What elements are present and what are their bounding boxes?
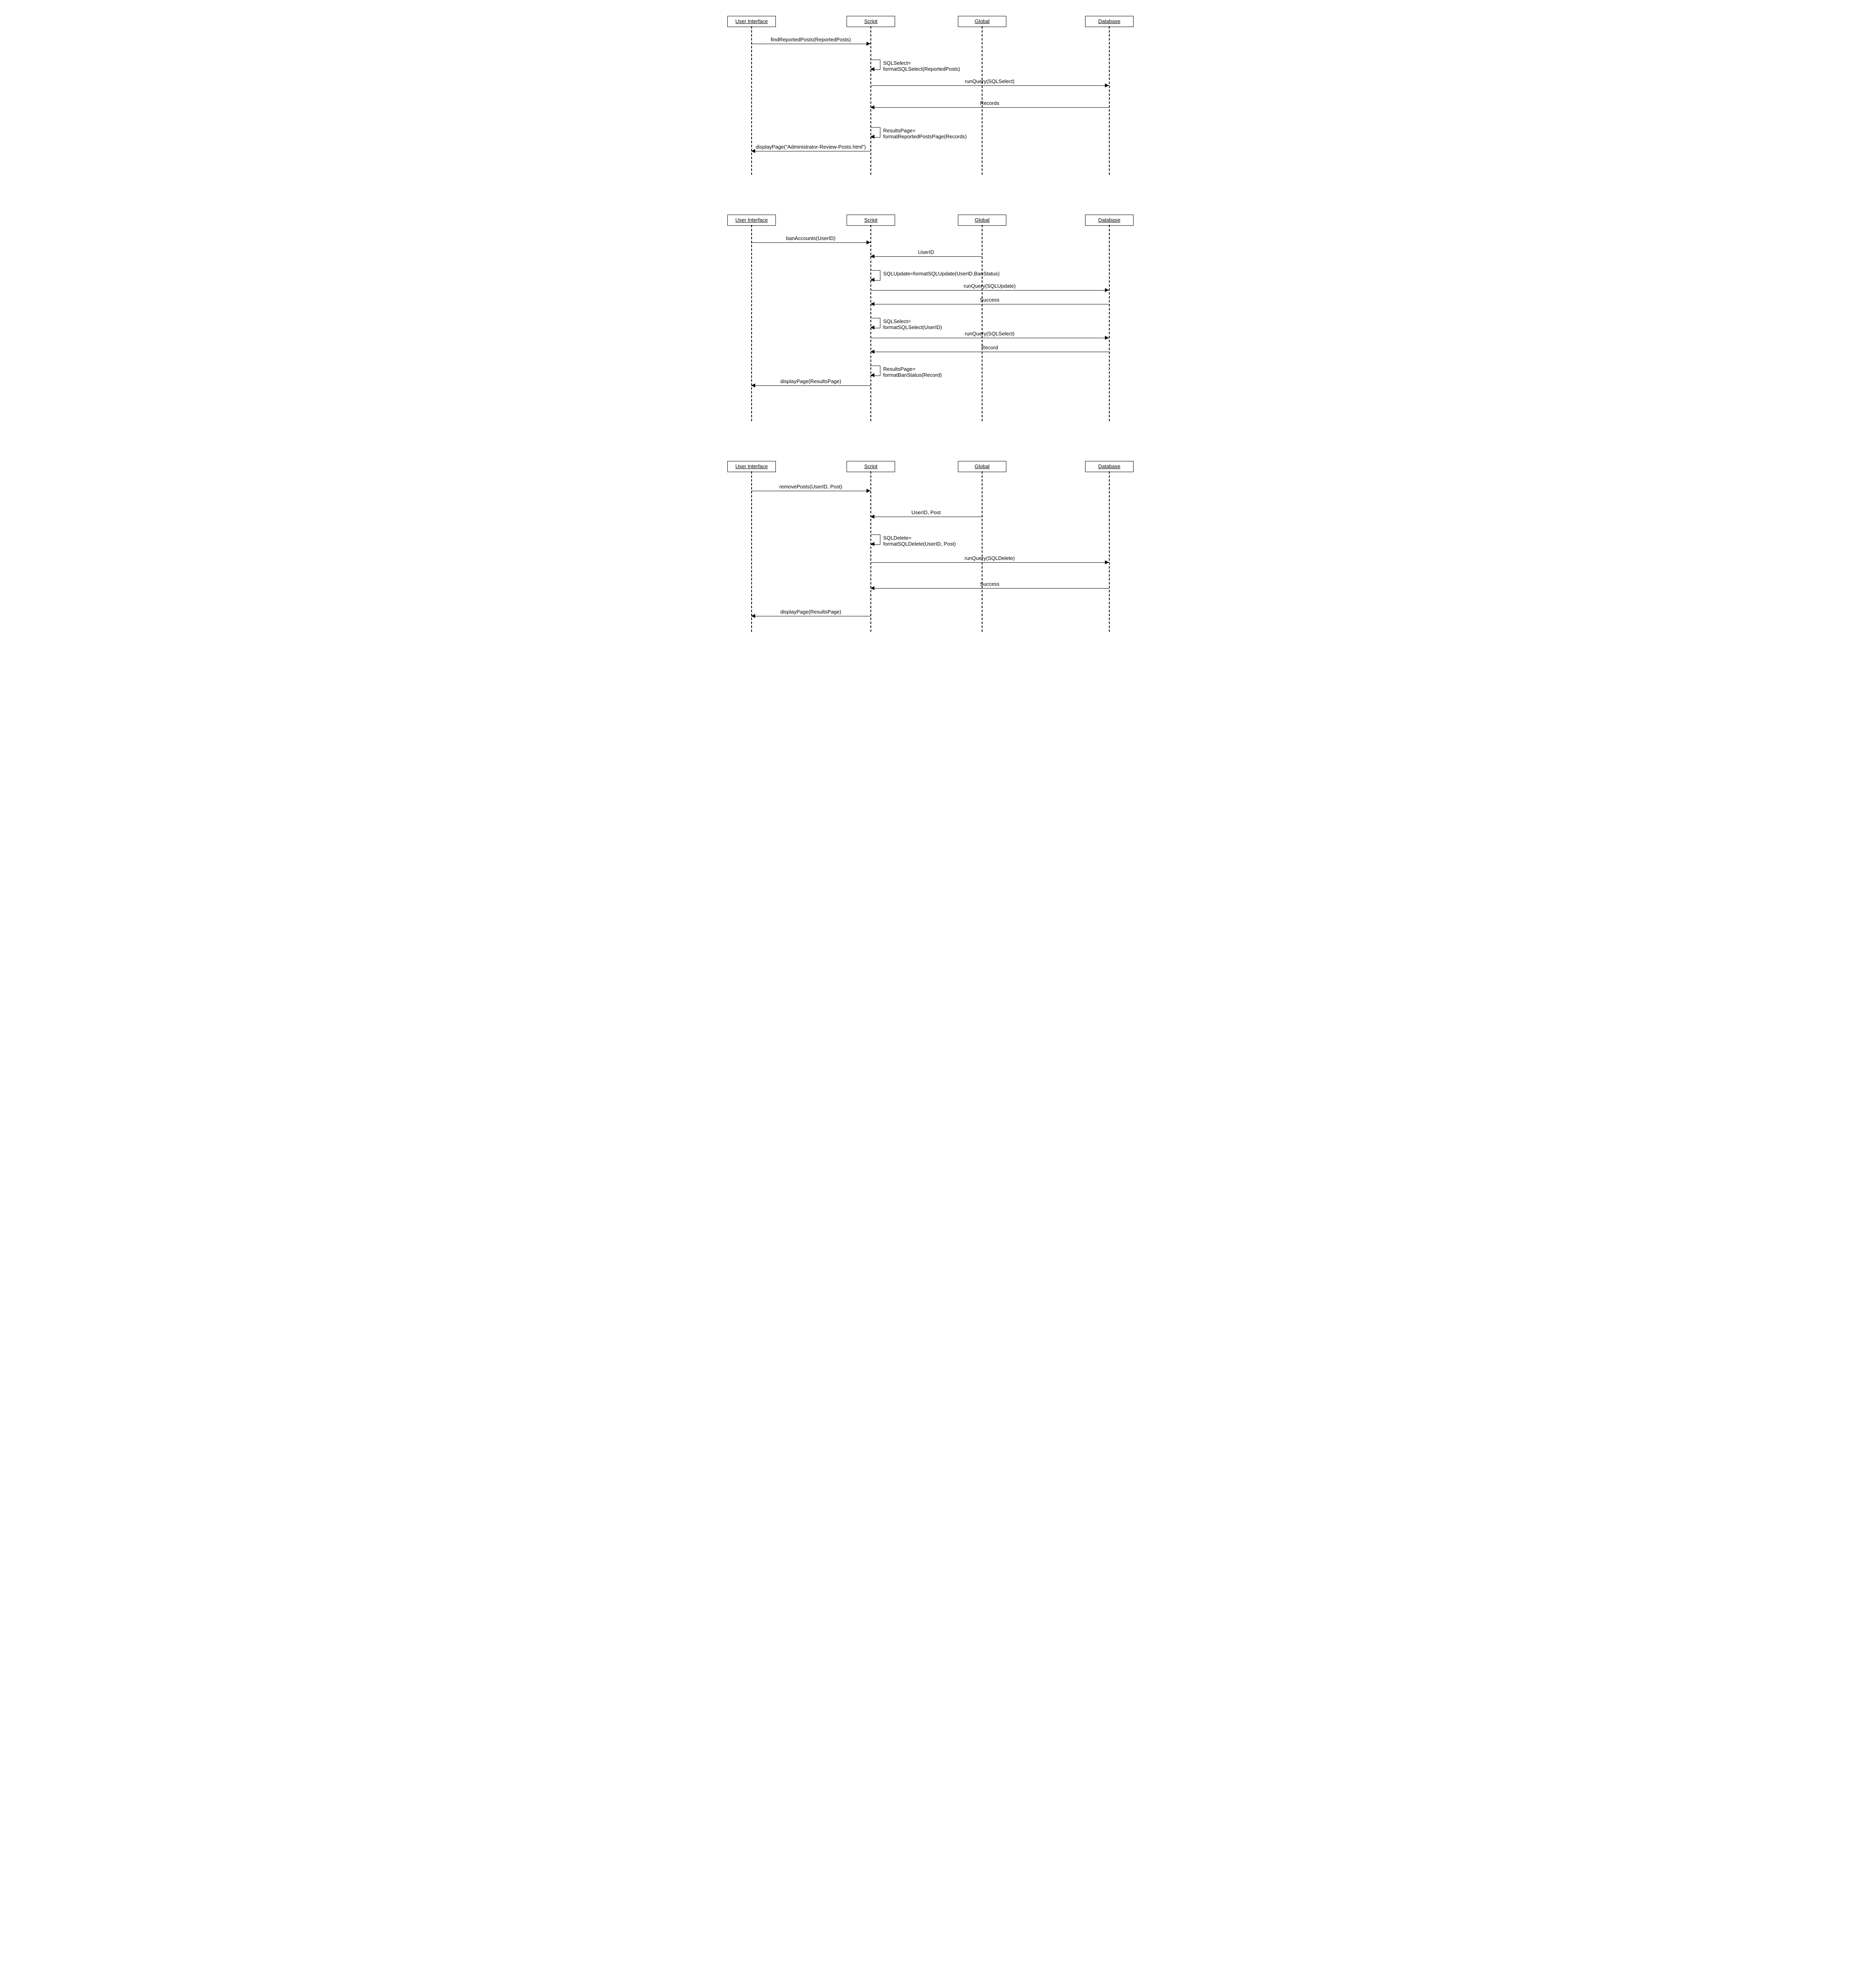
arrow-head-icon xyxy=(870,278,874,282)
message-label: runQuery(SQLDelete) xyxy=(870,555,1109,561)
arrow-head-icon xyxy=(870,67,874,71)
message-arrow xyxy=(751,242,870,243)
message-label: runQuery(SQLSelect) xyxy=(870,78,1109,84)
participant-box: User Interface xyxy=(727,461,776,472)
message-label: Success xyxy=(870,297,1109,303)
participant-box: Global xyxy=(958,16,1006,27)
participant-box: User Interface xyxy=(727,215,776,226)
message-label: displayPage(ResultsPage) xyxy=(751,378,870,384)
lifeline xyxy=(1109,26,1110,175)
lifeline xyxy=(1109,471,1110,632)
message-label: banAccounts(UserID) xyxy=(751,235,870,241)
lifeline xyxy=(982,225,983,421)
lifeline xyxy=(982,471,983,632)
message-arrow xyxy=(870,588,1109,589)
arrow-head-icon xyxy=(870,325,874,329)
self-message-label: ResultsPage= formatReportedPostsPage(Rec… xyxy=(883,128,967,139)
self-message-label: SQLSelect= formatSQLSelect(ReportedPosts… xyxy=(883,60,960,72)
message-label: runQuery(SQLSelect) xyxy=(870,331,1109,337)
lifeline xyxy=(870,471,871,632)
participant-box: Global xyxy=(958,461,1006,472)
self-message-label: ResultsPage= formatBanStatus(Record) xyxy=(883,366,942,378)
sequence-diagram: User Interface Script Global Database remove… xyxy=(719,461,1157,632)
message-label: UserID, Post xyxy=(870,509,982,515)
lifeline xyxy=(1109,225,1110,421)
participant-box: Script xyxy=(847,461,895,472)
message-label: UserID xyxy=(870,249,982,255)
arrow-head-icon xyxy=(870,542,874,546)
participant-box: Global xyxy=(958,215,1006,226)
message-label: Record xyxy=(870,345,1109,351)
message-label: Success xyxy=(870,581,1109,587)
message-arrow xyxy=(751,385,870,386)
message-label: Records xyxy=(870,100,1109,106)
message-label: displayPage(ResultsPage) xyxy=(751,609,870,615)
lifeline xyxy=(751,225,752,421)
message-label: runQuery(SQLUpdate) xyxy=(870,283,1109,289)
message-label: findReportedPosts(ReportedPosts) xyxy=(751,37,870,43)
participant-box: Database xyxy=(1085,215,1134,226)
participant-box: Script xyxy=(847,215,895,226)
participant-box: User Interface xyxy=(727,16,776,27)
participant-box: Script xyxy=(847,16,895,27)
lifeline xyxy=(751,471,752,632)
message-arrow xyxy=(870,562,1109,563)
sequence-diagrams-root: User Interface Script Global Database findRe… xyxy=(16,16,1860,632)
self-message-label: SQLUpdate=formatSQLUpdate(UserID,BanStat… xyxy=(883,271,1000,277)
arrow-head-icon xyxy=(870,373,874,377)
message-arrow xyxy=(870,107,1109,108)
message-label: displayPage("Administrator-Review-Posts.… xyxy=(751,144,870,150)
sequence-diagram: User Interface Script Global Database banAcc… xyxy=(719,215,1157,421)
arrow-head-icon xyxy=(870,135,874,139)
sequence-diagram: User Interface Script Global Database findRe… xyxy=(719,16,1157,175)
participant-box: Database xyxy=(1085,16,1134,27)
self-message-label: SQLDelete= formatSQLDelete(UserID, Post) xyxy=(883,535,956,547)
self-message-label: SQLSelect= formatSQLSelect(UserID) xyxy=(883,318,942,330)
message-arrow xyxy=(870,85,1109,86)
participant-box: Database xyxy=(1085,461,1134,472)
message-arrow xyxy=(870,256,982,257)
message-label: removePosts(UserID, Post) xyxy=(751,484,870,490)
